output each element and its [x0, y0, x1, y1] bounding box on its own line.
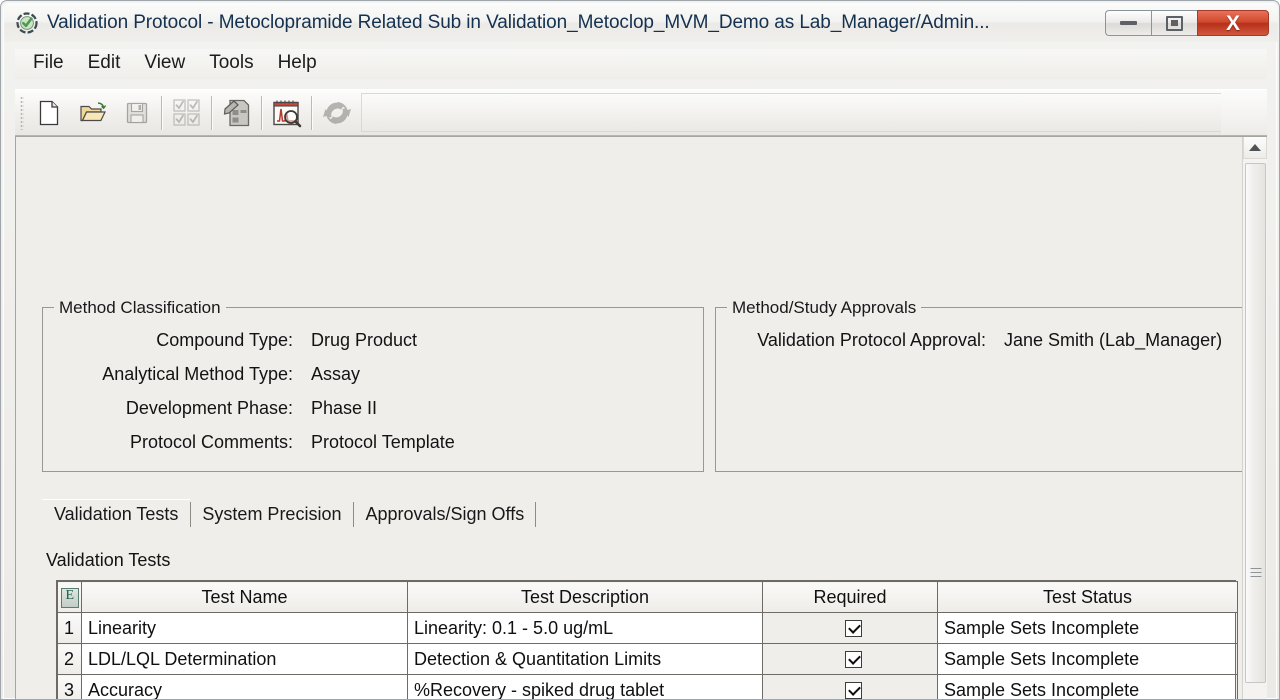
column-header-test-status[interactable]: Test Status	[938, 582, 1238, 613]
cell-test-status[interactable]: Sample Sets Incomplete	[938, 613, 1238, 644]
menu-item-file[interactable]: File	[21, 51, 76, 77]
tab-approvals-sign-offs[interactable]: Approvals/Sign Offs	[353, 499, 536, 530]
toolbar-separator	[161, 96, 163, 130]
toolbar-separator	[311, 96, 313, 130]
row-number[interactable]: 1	[58, 613, 82, 644]
cell-required[interactable]	[763, 675, 938, 700]
grid-header-row: Test Name Test Description Required Test…	[58, 582, 1238, 613]
toolbar-filler	[1221, 90, 1267, 135]
form-content: Method Classification Compound Type: Dru…	[16, 137, 1243, 700]
open-folder-button[interactable]	[71, 94, 115, 132]
cell-test-name[interactable]: Accuracy	[82, 675, 408, 700]
row-number[interactable]: 2	[58, 644, 82, 675]
vertical-scrollbar[interactable]	[1242, 137, 1267, 700]
scroll-thumb-grip-icon	[1250, 568, 1261, 577]
cell-test-status[interactable]: Sample Sets Incomplete	[938, 675, 1238, 700]
checklist-button[interactable]	[165, 94, 209, 132]
cell-test-description[interactable]: Linearity: 0.1 - 5.0 ug/mL	[408, 613, 763, 644]
row-number[interactable]: 3	[58, 675, 82, 700]
toolbar-empty-area	[361, 93, 1221, 132]
protocol-comments-label: Protocol Comments:	[43, 432, 293, 453]
required-checkbox[interactable]	[845, 651, 862, 668]
cell-required[interactable]	[763, 613, 938, 644]
compound-type-label: Compound Type:	[43, 330, 293, 351]
cell-test-status[interactable]: Sample Sets Incomplete	[938, 644, 1238, 675]
restore-icon	[1166, 16, 1183, 31]
protocol-comments-value: Protocol Template	[311, 432, 455, 453]
window-controls: X	[1105, 10, 1269, 36]
menu-bar: File Edit View Tools Help	[15, 49, 1267, 79]
open-folder-icon	[79, 100, 107, 126]
column-header-test-description[interactable]: Test Description	[408, 582, 763, 613]
grid-select-all-icon	[61, 588, 79, 608]
minimize-icon	[1120, 21, 1137, 25]
required-checkbox[interactable]	[845, 620, 862, 637]
review-report-button[interactable]	[265, 94, 309, 132]
menu-item-view[interactable]: View	[132, 51, 197, 77]
tab-system-precision[interactable]: System Precision	[190, 499, 353, 530]
cell-test-name[interactable]: LDL/LQL Determination	[82, 644, 408, 675]
checkbox-grid-icon	[172, 98, 202, 128]
green-check-circle-icon[interactable]	[16, 12, 38, 34]
menu-item-edit[interactable]: Edit	[76, 51, 133, 77]
tab-validation-tests[interactable]: Validation Tests	[42, 499, 190, 530]
save-floppy-icon	[125, 101, 149, 125]
minimize-button[interactable]	[1105, 10, 1151, 36]
tab-strip: Validation Tests System Precision Approv…	[42, 499, 1232, 530]
toolbar-separator	[211, 96, 213, 130]
scroll-up-arrow-icon	[1249, 144, 1261, 151]
toolbar	[15, 89, 1267, 136]
toolbar-separator	[261, 96, 263, 130]
client-area: Method Classification Compound Type: Dru…	[15, 136, 1267, 700]
analytical-method-type-value: Assay	[311, 364, 360, 385]
title-bar[interactable]: Validation Protocol - Metoclopramide Rel…	[4, 4, 1278, 42]
cell-test-description[interactable]: %Recovery - spiked drug tablet	[408, 675, 763, 700]
cell-test-description[interactable]: Detection & Quantitation Limits	[408, 644, 763, 675]
column-header-required[interactable]: Required	[763, 582, 938, 613]
scroll-up-button[interactable]	[1243, 137, 1267, 159]
window-title: Validation Protocol - Metoclopramide Rel…	[47, 12, 1105, 34]
method-study-approvals-title: Method/Study Approvals	[727, 298, 921, 318]
method-classification-title: Method Classification	[54, 298, 226, 318]
table-row[interactable]: 3 Accuracy %Recovery - spiked drug table…	[58, 675, 1238, 700]
new-document-button[interactable]	[27, 94, 71, 132]
required-checkbox[interactable]	[845, 682, 862, 699]
chromatogram-search-icon	[271, 98, 303, 128]
menu-item-tools[interactable]: Tools	[197, 51, 265, 77]
toolbar-drag-grip[interactable]	[20, 96, 24, 130]
close-button[interactable]: X	[1197, 10, 1269, 36]
column-header-test-name[interactable]: Test Name	[82, 582, 408, 613]
refresh-button[interactable]	[315, 94, 359, 132]
maximize-restore-button[interactable]	[1151, 10, 1197, 36]
sign-document-icon	[222, 98, 252, 128]
method-classification-group: Method Classification Compound Type: Dru…	[42, 307, 704, 472]
scrollbar-thumb[interactable]	[1245, 163, 1266, 683]
save-button[interactable]	[115, 94, 159, 132]
application-window: Validation Protocol - Metoclopramide Rel…	[0, 0, 1280, 700]
sign-document-button[interactable]	[215, 94, 259, 132]
compound-type-value: Drug Product	[311, 330, 417, 351]
analytical-method-type-label: Analytical Method Type:	[43, 364, 293, 385]
refresh-arrows-icon	[322, 98, 352, 128]
table-row[interactable]: 1 Linearity Linearity: 0.1 - 5.0 ug/mL S…	[58, 613, 1238, 644]
method-study-approvals-group: Method/Study Approvals Validation Protoc…	[715, 307, 1243, 472]
development-phase-label: Development Phase:	[43, 398, 293, 419]
section-heading: Validation Tests	[46, 550, 170, 571]
validation-tests-grid: Test Name Test Description Required Test…	[56, 580, 1236, 700]
new-document-icon	[37, 99, 61, 127]
cell-test-name[interactable]: Linearity	[82, 613, 408, 644]
validation-protocol-approval-value: Jane Smith (Lab_Manager)	[1004, 330, 1222, 351]
development-phase-value: Phase II	[311, 398, 377, 419]
grid-select-all-header[interactable]	[58, 582, 82, 613]
cell-required[interactable]	[763, 644, 938, 675]
table-row[interactable]: 2 LDL/LQL Determination Detection & Quan…	[58, 644, 1238, 675]
menu-item-help[interactable]: Help	[266, 51, 329, 77]
validation-protocol-approval-label: Validation Protocol Approval:	[716, 330, 986, 351]
close-icon: X	[1226, 13, 1240, 34]
